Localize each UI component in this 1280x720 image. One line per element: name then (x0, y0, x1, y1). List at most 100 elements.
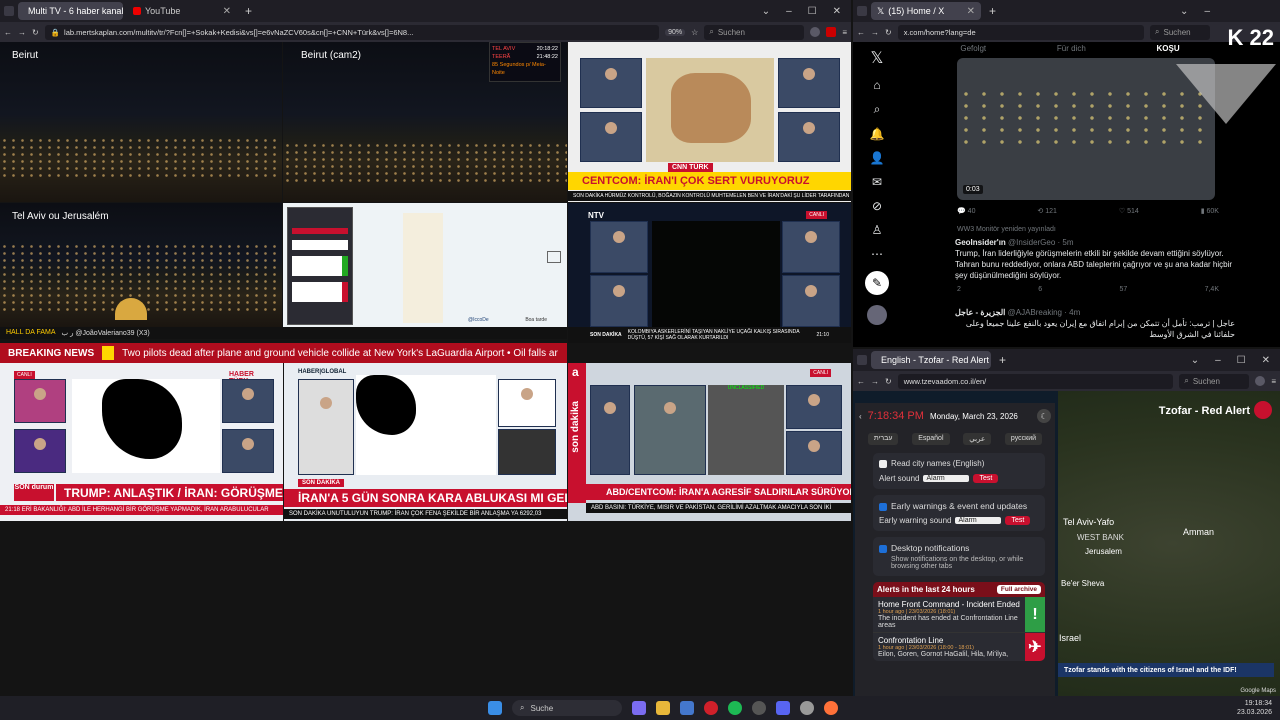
profile-icon[interactable]: ♙ (872, 223, 883, 237)
tab-tzeva[interactable]: English - Tzofar - Red Alert✕ (871, 351, 991, 369)
star-icon[interactable]: ☆ (691, 28, 698, 37)
lang-he[interactable]: עברית (867, 433, 899, 445)
tabs-dropdown-icon[interactable]: ⌄ (1191, 355, 1199, 366)
menu-icon[interactable]: ≡ (842, 28, 847, 37)
tweet-geoinsider[interactable]: GeoInsider'ın @InsiderGeo · 5m Trump, İr… (955, 237, 1235, 281)
follow-icon[interactable]: 👤 (870, 151, 885, 165)
repost-count[interactable]: 6 (1038, 286, 1042, 293)
close-icon[interactable]: ✕ (967, 6, 975, 17)
discord-icon[interactable] (776, 701, 790, 715)
store-icon[interactable] (680, 701, 694, 715)
test-button[interactable]: Test (1005, 516, 1031, 525)
channel-ntv[interactable]: NTV CANLI SON DAKİKA KOLOMBIYA ASKERLERİ… (568, 203, 851, 343)
collapse-icon[interactable]: ‹ (859, 412, 862, 421)
like-count[interactable]: 57 (1119, 286, 1127, 293)
close-window-icon[interactable]: ✕ (1262, 355, 1270, 366)
forward-icon[interactable]: → (871, 377, 879, 386)
new-tab-icon[interactable]: + (995, 353, 1010, 367)
map-cell[interactable]: @IccoDe Boa tarde (283, 203, 567, 327)
view-count[interactable]: 7,4K (1205, 286, 1219, 293)
reload-icon[interactable]: ↻ (885, 28, 892, 37)
x-logo-icon[interactable]: 𝕏 (871, 48, 884, 68)
alert-sound-select[interactable]: Alarm (923, 475, 970, 482)
back-icon[interactable]: ← (857, 377, 865, 386)
tab-multitv[interactable]: Multi TV - 6 haber kanalını✕ (18, 2, 123, 20)
search-field[interactable]: ⌕ Suchen (704, 24, 805, 40)
channel-ahaber[interactable]: a son dakika CANLI UNCLASSIFIED ABD/CENTC… (568, 363, 851, 521)
minimize-icon[interactable]: – (1215, 355, 1221, 366)
tab-list-icon[interactable] (857, 355, 867, 365)
zoom-badge[interactable]: 90% (665, 28, 686, 36)
cam-beirut[interactable]: Beirut (0, 42, 282, 202)
url-bar[interactable]: www.tzevaadom.co.il/en/ (897, 373, 1174, 389)
reply-count[interactable]: 2 (957, 286, 961, 293)
menu-icon[interactable]: ≡ (1271, 377, 1276, 386)
account-icon[interactable] (810, 27, 821, 37)
close-icon[interactable]: ✕ (223, 6, 231, 17)
tab-list-icon[interactable] (857, 6, 867, 16)
minimize-icon[interactable]: – (786, 6, 792, 17)
close-window-icon[interactable]: ✕ (833, 6, 841, 17)
back-icon[interactable]: ← (4, 28, 12, 37)
taskbar-clock[interactable]: 19:18:34 23.03.2026 (1237, 699, 1272, 717)
lang-ar[interactable]: عربي (963, 433, 992, 445)
tweet-aljazeera[interactable]: الجزيرة - عاجل @AJABreaking · 4m عاجل | … (955, 307, 1235, 340)
like-count[interactable]: ♡ 514 (1119, 207, 1139, 215)
early-sound-select[interactable]: Alarm (955, 517, 1002, 524)
search-field[interactable]: ⌕ Suchen (1150, 24, 1210, 40)
alert-item[interactable]: Confrontation Line 1 hour ago | 23/03/20… (873, 633, 1045, 661)
tab-for-you[interactable]: Für dich (1057, 44, 1086, 53)
extension-icon[interactable] (826, 27, 837, 37)
new-tab-icon[interactable]: + (985, 4, 1000, 18)
copilot-icon[interactable] (632, 701, 646, 715)
url-bar[interactable]: x.com/home?lang=de (897, 24, 1144, 40)
repost-count[interactable]: ⟲ 121 (1037, 207, 1057, 215)
url-bar[interactable]: 🔒 lab.mertskaplan.com/multitv/tr/?Fcn[]=+… (44, 24, 660, 40)
read-city-checkbox[interactable] (879, 459, 887, 468)
steam-icon[interactable] (752, 701, 766, 715)
windows-start-icon[interactable] (488, 701, 502, 715)
channel-cnn[interactable]: CNN TÜRK CENTCOM: İRAN'I ÇOK SERT VURUYO… (568, 42, 851, 202)
tab-youtube[interactable]: YouTube ✕ (127, 2, 237, 20)
channel-haberglobal[interactable]: HABER|GLOBAL SON DAKİKA İRAN'A 5 GÜN SON… (284, 363, 567, 521)
back-icon[interactable]: ← (857, 28, 865, 37)
reload-icon[interactable]: ↻ (32, 28, 39, 37)
app-icon[interactable] (800, 701, 814, 715)
file-explorer-icon[interactable] (656, 701, 670, 715)
dark-mode-icon[interactable]: ☾ (1037, 409, 1051, 423)
test-button[interactable]: Test (973, 474, 999, 483)
forward-icon[interactable]: → (871, 28, 879, 37)
post-button[interactable]: ✎ (865, 271, 889, 295)
maximize-icon[interactable]: ☐ (1237, 355, 1246, 366)
channel-haberturk[interactable]: CANLI HABER TÜRK SON durum TRUMP: ANLAŞT… (0, 363, 283, 521)
desktop-checkbox[interactable] (879, 544, 887, 553)
tweet-user[interactable]: الجزيرة - عاجل (955, 308, 1005, 317)
firefox-icon[interactable] (824, 701, 838, 715)
opera-icon[interactable] (704, 701, 718, 715)
alert-item[interactable]: Home Front Command - Incident Ended 1 ho… (873, 597, 1045, 633)
picture-in-picture-icon[interactable] (547, 251, 561, 263)
minimize-icon[interactable]: – (1204, 6, 1210, 17)
tweet-user[interactable]: GeoInsider'ın (955, 238, 1006, 247)
tab-list-icon[interactable] (4, 6, 14, 16)
more-icon[interactable]: ⋯ (871, 247, 883, 261)
messages-icon[interactable]: ✉ (872, 175, 882, 189)
home-icon[interactable]: ⌂ (873, 78, 880, 92)
tab-following[interactable]: Gefolgt (960, 44, 986, 53)
tabs-dropdown-icon[interactable]: ⌄ (1180, 6, 1188, 17)
view-count[interactable]: ▮ 60K (1201, 207, 1219, 215)
tab-kosu[interactable]: KOŞU (1157, 44, 1180, 53)
cam-telaviv[interactable]: Tel Aviv ou Jerusalém (0, 203, 282, 327)
avatar[interactable] (867, 305, 887, 325)
tab-x-home[interactable]: 𝕏 (15) Home / X ✕ (871, 2, 981, 20)
forward-icon[interactable]: → (18, 28, 26, 37)
lang-ru[interactable]: русский (1004, 433, 1043, 445)
tabs-dropdown-icon[interactable]: ⌄ (762, 6, 770, 17)
early-checkbox[interactable] (879, 502, 887, 511)
maximize-icon[interactable]: ☐ (808, 6, 817, 17)
reload-icon[interactable]: ↻ (885, 377, 892, 386)
account-icon[interactable] (1255, 376, 1266, 386)
search-field[interactable]: ⌕ Suchen (1179, 373, 1250, 389)
cam-beirut2[interactable]: Beirut (cam2) TEL AVIV 20:18:22 TEERÃ 21… (283, 42, 567, 202)
taskbar-search[interactable]: ⌕ Suche (512, 700, 622, 716)
